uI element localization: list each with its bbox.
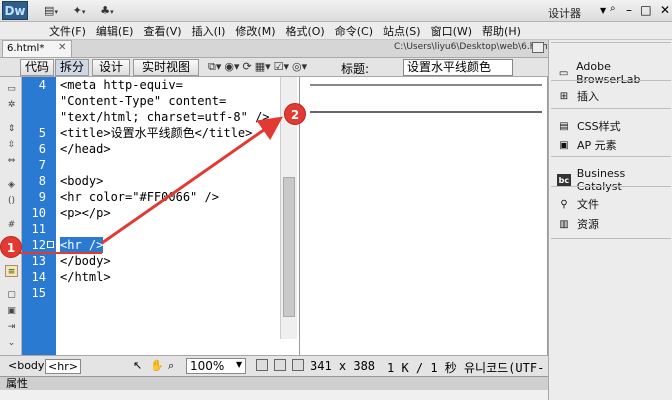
annotation-marker-2: 2: [284, 103, 306, 125]
annotation-arrow: [12, 116, 283, 254]
annotation-marker-1: 1: [0, 236, 22, 258]
